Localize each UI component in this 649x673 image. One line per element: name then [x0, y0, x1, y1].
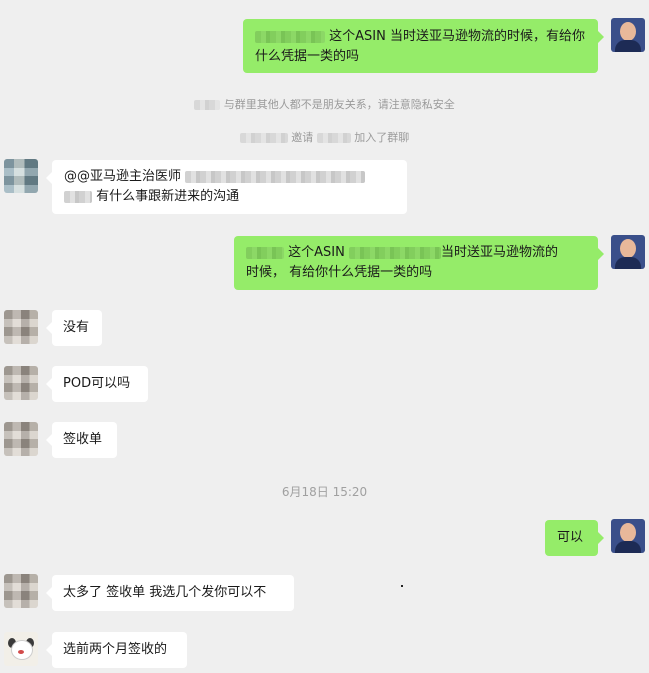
redacted-text: [185, 170, 366, 183]
redacted-text: [239, 133, 288, 143]
redacted-text: [64, 190, 92, 203]
avatar[interactable]: [4, 366, 38, 400]
system-notice: 邀请 加入了群聊: [0, 129, 649, 145]
message-text: POD可以吗: [63, 376, 131, 391]
redacted-text: [255, 30, 325, 43]
message-text: 选前两个月签收的: [63, 642, 168, 657]
message-line: @@亚马逊主治医师: [64, 167, 395, 187]
avatar[interactable]: [4, 159, 38, 193]
avatar-face: [620, 523, 636, 542]
message-text: 没有: [63, 320, 90, 335]
message-bubble-outgoing[interactable]: 可以: [545, 520, 604, 556]
avatar-body: [615, 40, 641, 52]
message-bubble-incoming[interactable]: 签收单: [46, 422, 117, 458]
message-text: 签收单: [63, 432, 103, 447]
message-bubble-incoming[interactable]: @@亚马逊主治医师 有什么事跟新进来的沟通: [46, 160, 407, 214]
message-bubble-incoming[interactable]: 太多了 签收单 我选几个发你可以不: [46, 575, 294, 611]
avatar[interactable]: [4, 310, 38, 344]
avatar[interactable]: [611, 235, 645, 269]
message-bubble-incoming[interactable]: 选前两个月签收的: [46, 632, 187, 668]
avatar-nose: [18, 650, 24, 654]
avatar[interactable]: [611, 519, 645, 553]
message-line: 时候， 有给你什么凭据一类的吗: [246, 265, 433, 280]
avatar-face: [620, 22, 636, 41]
message-line: 有什么事跟新进来的沟通: [64, 187, 395, 207]
message-line: 这个ASIN 当时送亚马逊物流的: [246, 243, 586, 263]
timestamp: 6月18日 15:20: [281, 485, 368, 499]
avatar-face: [620, 239, 636, 258]
stray-dot: [401, 585, 403, 587]
avatar[interactable]: [611, 18, 645, 52]
avatar[interactable]: [4, 574, 38, 608]
avatar[interactable]: [4, 632, 38, 666]
redacted-text: [246, 246, 284, 259]
message-bubble-incoming[interactable]: POD可以吗: [46, 366, 148, 402]
redacted-text: [349, 246, 441, 259]
message-text: 可以: [557, 530, 584, 545]
avatar[interactable]: [4, 422, 38, 456]
message-bubble-outgoing[interactable]: 这个ASIN 当时送亚马逊物流的时候，有给你什么凭据一类的吗: [243, 19, 604, 73]
system-notice: 与群里其他人都不是朋友关系，请注意隐私安全: [0, 96, 649, 112]
message-bubble-incoming[interactable]: 没有: [46, 310, 102, 346]
redacted-text: [194, 100, 221, 110]
avatar-body: [615, 541, 641, 553]
message-bubble-outgoing[interactable]: 这个ASIN 当时送亚马逊物流的 时候， 有给你什么凭据一类的吗: [234, 236, 604, 290]
avatar-body: [615, 257, 641, 269]
message-text: 太多了 签收单 我选几个发你可以不: [63, 585, 267, 600]
redacted-text: [316, 133, 351, 143]
